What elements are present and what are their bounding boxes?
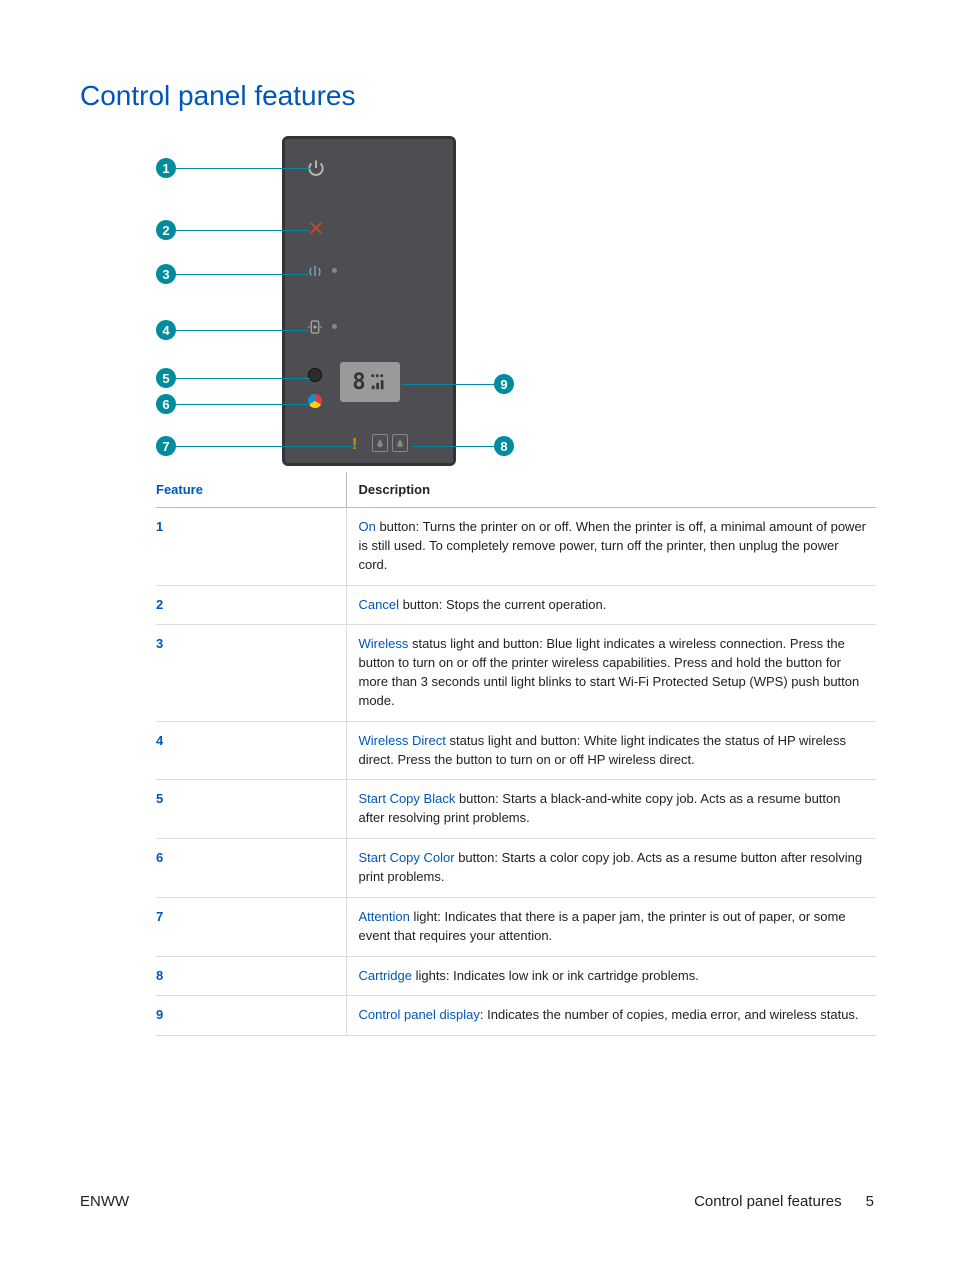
cancel-icon	[308, 220, 324, 236]
feature-desc-rest: : Indicates the number of copies, media …	[480, 1007, 859, 1022]
feature-number: 3	[156, 625, 346, 721]
feature-desc-rest: button: Turns the printer on or off. Whe…	[359, 519, 867, 572]
signal-bars-icon	[370, 373, 388, 391]
wireless-direct-status-dot	[332, 324, 337, 329]
display-digit: 8	[352, 370, 365, 395]
feature-number: 8	[156, 956, 346, 996]
callout-7: 7	[156, 436, 354, 456]
callout-num-9: 9	[494, 374, 514, 394]
wireless-direct-icon	[306, 318, 324, 336]
table-row: 5Start Copy Black button: Starts a black…	[156, 780, 876, 839]
callout-num-2: 2	[156, 220, 176, 240]
callout-8: 8	[412, 436, 514, 456]
table-header-description: Description	[346, 472, 876, 508]
feature-term: Wireless Direct	[359, 733, 446, 748]
page-footer: ENWW Control panel features 5	[80, 1193, 874, 1210]
callout-num-5: 5	[156, 368, 176, 388]
feature-description: Cartridge lights: Indicates low ink or i…	[346, 956, 876, 996]
wireless-status-dot	[332, 268, 337, 273]
cartridge-lights-icon	[372, 434, 408, 452]
footer-left: ENWW	[80, 1193, 129, 1210]
feature-description: On button: Turns the printer on or off. …	[346, 508, 876, 586]
feature-description: Control panel display: Indicates the num…	[346, 996, 876, 1036]
callout-5: 5	[156, 368, 310, 388]
feature-desc-rest: status light and button: Blue light indi…	[359, 636, 860, 708]
callout-6: 6	[156, 394, 310, 414]
callout-num-8: 8	[494, 436, 514, 456]
page-title: Control panel features	[80, 80, 874, 112]
callout-num-6: 6	[156, 394, 176, 414]
feature-number: 5	[156, 780, 346, 839]
callout-num-1: 1	[156, 158, 176, 178]
feature-term: Wireless	[359, 636, 409, 651]
copy-black-button	[308, 368, 322, 382]
callout-3: 3	[156, 264, 308, 284]
feature-term: Cancel	[359, 597, 399, 612]
footer-page-number: 5	[866, 1193, 874, 1210]
feature-term: On	[359, 519, 376, 534]
feature-desc-rest: button: Stops the current operation.	[399, 597, 606, 612]
feature-description: Wireless status light and button: Blue l…	[346, 625, 876, 721]
table-header-feature: Feature	[156, 472, 346, 508]
features-table: Feature Description 1On button: Turns th…	[156, 472, 876, 1036]
feature-term: Attention	[359, 909, 410, 924]
callout-num-7: 7	[156, 436, 176, 456]
table-row: 8Cartridge lights: Indicates low ink or …	[156, 956, 876, 996]
table-row: 9Control panel display: Indicates the nu…	[156, 996, 876, 1036]
feature-number: 1	[156, 508, 346, 586]
feature-description: Cancel button: Stops the current operati…	[346, 585, 876, 625]
feature-number: 2	[156, 585, 346, 625]
feature-number: 7	[156, 897, 346, 956]
footer-section: Control panel features	[694, 1193, 842, 1210]
table-row: 1On button: Turns the printer on or off.…	[156, 508, 876, 586]
feature-term: Control panel display	[359, 1007, 480, 1022]
table-row: 3Wireless status light and button: Blue …	[156, 625, 876, 721]
feature-number: 6	[156, 839, 346, 898]
feature-description: Wireless Direct status light and button:…	[346, 721, 876, 780]
feature-description: Start Copy Color button: Starts a color …	[346, 839, 876, 898]
feature-desc-rest: lights: Indicates low ink or ink cartrid…	[412, 968, 699, 983]
callout-num-4: 4	[156, 320, 176, 340]
feature-term: Start Copy Black	[359, 791, 456, 806]
feature-term: Cartridge	[359, 968, 412, 983]
callout-num-3: 3	[156, 264, 176, 284]
feature-number: 9	[156, 996, 346, 1036]
callout-4: 4	[156, 320, 308, 340]
feature-description: Start Copy Black button: Starts a black-…	[346, 780, 876, 839]
feature-number: 4	[156, 721, 346, 780]
table-row: 4Wireless Direct status light and button…	[156, 721, 876, 780]
feature-desc-rest: light: Indicates that there is a paper j…	[359, 909, 846, 943]
panel-body	[282, 136, 456, 466]
control-panel-diagram: 8 ! 1 2 3 4 5 6 7	[156, 136, 516, 466]
copy-color-button	[308, 394, 322, 408]
table-row: 7Attention light: Indicates that there i…	[156, 897, 876, 956]
feature-term: Start Copy Color	[359, 850, 455, 865]
callout-2: 2	[156, 220, 310, 240]
table-row: 2Cancel button: Stops the current operat…	[156, 585, 876, 625]
feature-description: Attention light: Indicates that there is…	[346, 897, 876, 956]
panel-display: 8	[340, 362, 400, 402]
callout-9: 9	[402, 374, 514, 394]
callout-1: 1	[156, 158, 310, 178]
wireless-icon	[306, 264, 324, 278]
table-row: 6Start Copy Color button: Starts a color…	[156, 839, 876, 898]
